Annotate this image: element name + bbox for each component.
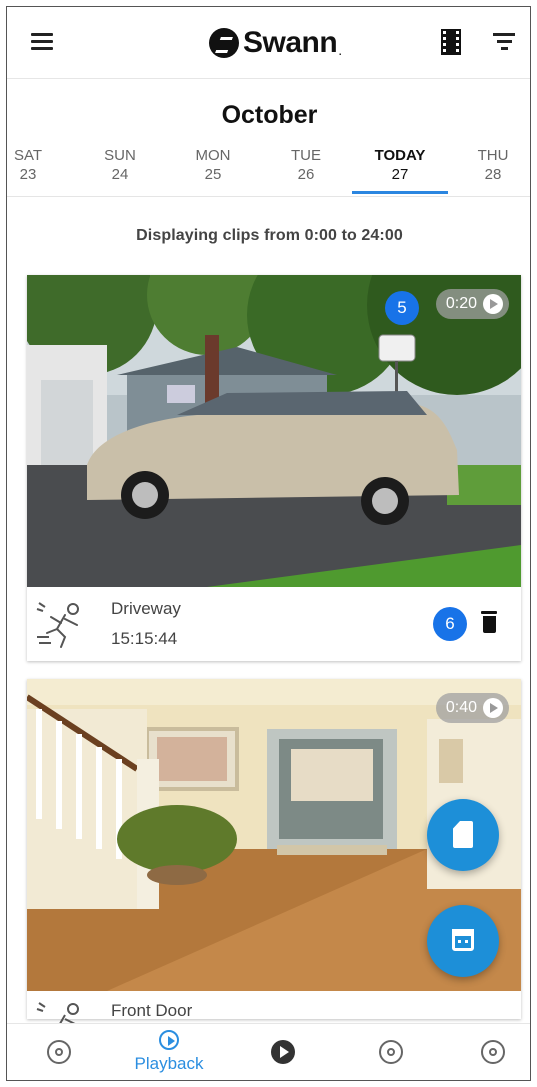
clip-info: Driveway 15:15:44 6 bbox=[27, 587, 521, 661]
annotation-badge: 6 bbox=[433, 607, 467, 641]
day-today[interactable]: TODAY 27 bbox=[352, 147, 448, 194]
day-sat[interactable]: SAT 23 bbox=[7, 147, 73, 184]
clip-range-text: Displaying clips from 0:00 to 24:00 bbox=[136, 227, 403, 244]
day-date: 24 bbox=[111, 166, 129, 183]
duration-text: 0:20 bbox=[445, 295, 477, 312]
day-name: SAT bbox=[13, 147, 43, 164]
nav-playback[interactable]: Playback bbox=[129, 1024, 209, 1080]
swann-logo: Swann . bbox=[209, 25, 342, 61]
globe-icon bbox=[379, 1040, 403, 1064]
settings-icon bbox=[481, 1040, 505, 1064]
bell-icon bbox=[47, 1040, 71, 1064]
day-name: TODAY bbox=[374, 147, 426, 164]
day-sun[interactable]: SUN 24 bbox=[75, 147, 165, 184]
day-tue[interactable]: TUE 26 bbox=[261, 147, 351, 184]
day-mon[interactable]: MON 25 bbox=[168, 147, 258, 184]
clip-thumbnail[interactable]: 5 0:20 bbox=[27, 275, 521, 587]
day-name: MON bbox=[195, 147, 231, 164]
play-icon bbox=[271, 1040, 295, 1064]
clip-card-driveway[interactable]: 5 0:20 Driveway 15:15:44 6 bbox=[27, 275, 521, 661]
duration-text: 0:40 bbox=[445, 699, 477, 716]
play-icon bbox=[483, 294, 503, 314]
bottom-navigation: Playback bbox=[7, 1023, 530, 1080]
playback-icon bbox=[159, 1030, 179, 1050]
calendar-icon bbox=[452, 929, 474, 951]
nav-alerts[interactable] bbox=[19, 1024, 99, 1080]
swann-logo-mark-icon bbox=[209, 28, 239, 58]
top-bar: Swann . bbox=[7, 7, 530, 79]
play-icon bbox=[483, 698, 503, 718]
nav-live[interactable] bbox=[243, 1024, 323, 1080]
nav-label: Playback bbox=[134, 1054, 204, 1073]
delete-trash-icon[interactable] bbox=[481, 611, 497, 633]
driveway-image bbox=[27, 275, 521, 587]
day-selector: SAT 23 SUN 24 MON 25 TUE 26 TODAY 27 THU… bbox=[7, 147, 530, 197]
filter-icon[interactable] bbox=[493, 33, 515, 51]
day-date: 28 bbox=[484, 166, 502, 183]
annotation-badge: 5 bbox=[385, 291, 419, 325]
day-name: TUE bbox=[291, 147, 321, 164]
hamburger-menu-icon[interactable] bbox=[31, 33, 53, 51]
month-title: October bbox=[221, 101, 318, 129]
logo-text: Swann bbox=[243, 26, 338, 59]
day-date: 26 bbox=[297, 166, 315, 183]
clip-camera-name: Front Door bbox=[111, 1001, 193, 1020]
clip-camera-name: Driveway bbox=[111, 599, 181, 618]
day-name: SUN bbox=[104, 147, 136, 164]
day-date: 23 bbox=[19, 166, 37, 183]
day-thu[interactable]: THU 28 bbox=[448, 147, 530, 184]
film-strip-icon[interactable] bbox=[441, 29, 461, 55]
sd-card-button[interactable] bbox=[427, 799, 499, 871]
day-date: 25 bbox=[204, 166, 222, 183]
logo-suffix: . bbox=[338, 42, 343, 58]
sd-card-icon bbox=[453, 821, 473, 848]
nav-settings[interactable] bbox=[453, 1024, 530, 1080]
nav-cloud[interactable] bbox=[351, 1024, 431, 1080]
clip-duration[interactable]: 0:20 bbox=[435, 289, 509, 319]
app-screen: Swann . October SAT 23 SUN 24 MON 25 TUE… bbox=[6, 6, 531, 1081]
day-date: 27 bbox=[391, 166, 409, 183]
calendar-button[interactable] bbox=[427, 905, 499, 977]
motion-detection-icon bbox=[36, 602, 79, 648]
day-name: THU bbox=[477, 147, 509, 164]
clip-duration[interactable]: 0:40 bbox=[435, 693, 509, 723]
clip-timestamp: 15:15:44 bbox=[111, 629, 178, 648]
